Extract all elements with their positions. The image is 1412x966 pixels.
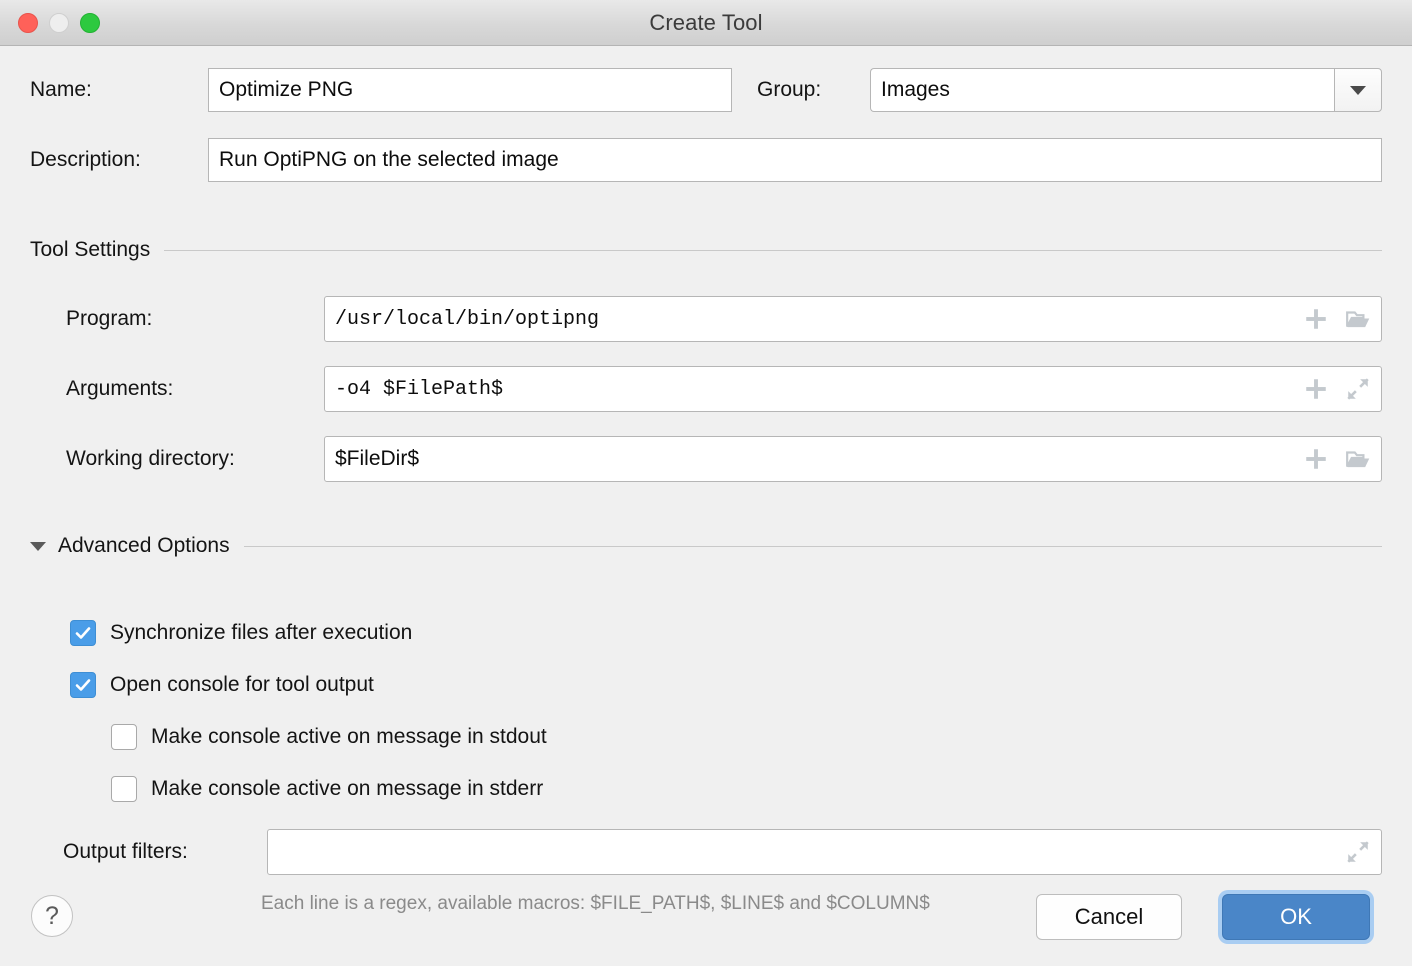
checkbox-unchecked-icon[interactable] [111, 724, 137, 750]
program-input[interactable]: /usr/local/bin/optipng [324, 296, 1382, 342]
section-divider [164, 250, 1382, 251]
arguments-label: Arguments: [66, 377, 173, 401]
checkbox-console-active-stderr[interactable]: Make console active on message in stderr [111, 776, 543, 802]
group-dropdown-button[interactable] [1334, 68, 1382, 112]
output-filters-row: Output filters: [30, 829, 1382, 875]
working-directory-field-actions [1303, 437, 1371, 481]
expand-icon[interactable] [1345, 376, 1371, 402]
help-button[interactable]: ? [31, 895, 73, 937]
name-label: Name: [30, 78, 92, 102]
plus-icon[interactable] [1303, 306, 1329, 332]
working-directory-input-value: $FileDir$ [335, 447, 419, 471]
program-field-actions [1303, 297, 1371, 341]
checkbox-checked-icon[interactable] [70, 672, 96, 698]
arguments-input-value: -o4 $FilePath$ [335, 378, 503, 401]
disclosure-triangle-icon[interactable] [30, 542, 46, 551]
name-input[interactable]: Optimize PNG [208, 68, 732, 112]
open-folder-icon[interactable] [1345, 446, 1371, 472]
advanced-options-section-header[interactable]: Advanced Options [30, 534, 1382, 558]
checkbox-console-active-stdout[interactable]: Make console active on message in stdout [111, 724, 547, 750]
tool-settings-title: Tool Settings [30, 238, 150, 262]
program-label: Program: [66, 307, 152, 331]
section-divider [244, 546, 1382, 547]
open-folder-icon[interactable] [1345, 306, 1371, 332]
checkbox-open-console[interactable]: Open console for tool output [70, 672, 374, 698]
plus-icon[interactable] [1303, 376, 1329, 402]
program-row: Program: /usr/local/bin/optipng [30, 296, 1382, 342]
checkbox-label: Make console active on message in stdout [151, 725, 547, 749]
name-group-row: Name: Optimize PNG Group: Images [30, 68, 1382, 112]
output-filters-input[interactable] [267, 829, 1382, 875]
working-directory-input[interactable]: $FileDir$ [324, 436, 1382, 482]
group-label: Group: [757, 78, 821, 102]
working-directory-row: Working directory: $FileDir$ [30, 436, 1382, 482]
name-input-value: Optimize PNG [219, 78, 353, 102]
question-mark-icon: ? [45, 902, 59, 931]
output-filters-label: Output filters: [63, 840, 188, 864]
checkbox-checked-icon[interactable] [70, 620, 96, 646]
group-combobox-input[interactable]: Images [870, 68, 1334, 112]
dialog-body: Name: Optimize PNG Group: Images Descrip… [0, 46, 1412, 966]
window-title: Create Tool [0, 10, 1412, 36]
description-input[interactable]: Run OptiPNG on the selected image [208, 138, 1382, 182]
checkbox-label: Synchronize files after execution [110, 621, 412, 645]
description-label: Description: [30, 148, 141, 172]
arguments-row: Arguments: -o4 $FilePath$ [30, 366, 1382, 412]
checkbox-label: Make console active on message in stderr [151, 777, 543, 801]
group-combobox-value: Images [881, 78, 950, 102]
program-input-value: /usr/local/bin/optipng [335, 308, 599, 331]
description-row: Description: Run OptiPNG on the selected… [30, 138, 1382, 182]
working-directory-label: Working directory: [66, 447, 235, 471]
create-tool-dialog: Create Tool Name: Optimize PNG Group: Im… [0, 0, 1412, 966]
advanced-options-title: Advanced Options [58, 534, 230, 558]
description-input-value: Run OptiPNG on the selected image [219, 148, 559, 172]
arguments-field-actions [1303, 367, 1371, 411]
chevron-down-icon [1350, 86, 1366, 95]
plus-icon[interactable] [1303, 446, 1329, 472]
cancel-button[interactable]: Cancel [1036, 894, 1182, 940]
checkbox-label: Open console for tool output [110, 673, 374, 697]
expand-icon[interactable] [1345, 839, 1371, 865]
checkbox-synchronize-files[interactable]: Synchronize files after execution [70, 620, 412, 646]
arguments-input[interactable]: -o4 $FilePath$ [324, 366, 1382, 412]
title-bar: Create Tool [0, 0, 1412, 46]
checkbox-unchecked-icon[interactable] [111, 776, 137, 802]
group-combobox[interactable]: Images [870, 68, 1382, 112]
dialog-footer: ? Cancel OK [0, 888, 1412, 966]
ok-button[interactable]: OK [1222, 894, 1370, 940]
tool-settings-section-header: Tool Settings [30, 238, 1382, 262]
output-filters-field-actions [1345, 830, 1371, 874]
